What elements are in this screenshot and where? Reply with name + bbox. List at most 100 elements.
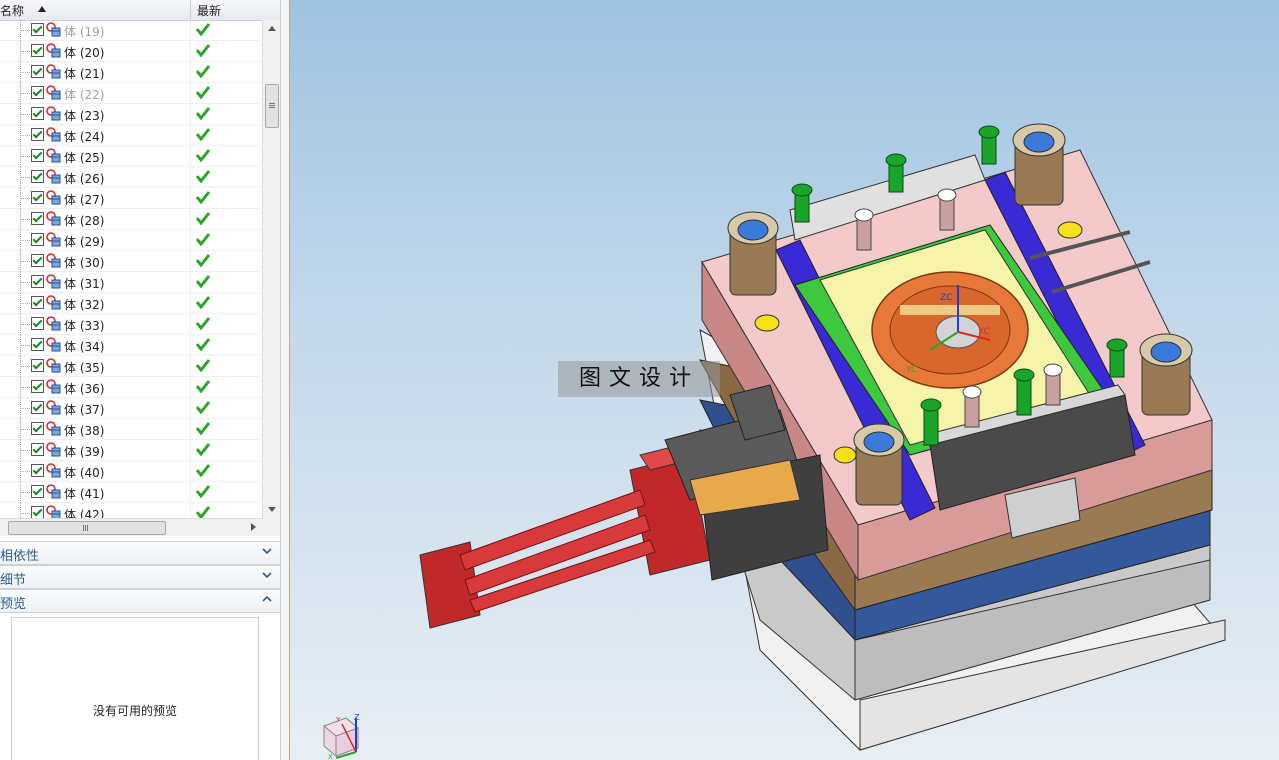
column-divider — [190, 272, 191, 293]
visibility-checkbox[interactable] — [31, 23, 44, 36]
tree-row[interactable]: 体 (29) — [0, 230, 262, 251]
tree-row[interactable]: 体 (42) — [0, 503, 262, 518]
horizontal-scrollbar[interactable] — [0, 518, 262, 536]
column-header-name[interactable]: 名称 — [0, 2, 24, 19]
tree-row-label: 体 (31) — [64, 277, 105, 291]
tree-connector — [21, 366, 30, 367]
tree-row[interactable]: 体 (35) — [0, 356, 262, 377]
column-divider — [190, 209, 191, 230]
checkmark-icon — [196, 422, 210, 435]
chevron-up-icon[interactable] — [262, 594, 272, 604]
section-dependencies[interactable]: 相依性 — [0, 541, 280, 565]
graphics-viewport[interactable]: ZC YC XC 图文设计 Z Y X — [290, 0, 1279, 760]
part-navigator-panel: 名称 最新 体 (19) 体 (20) 体 (21) 体 (22) 体 (23) 体 (2… — [0, 0, 280, 760]
tree-row[interactable]: 体 (33) — [0, 314, 262, 335]
tree-row[interactable]: 体 (26) — [0, 167, 262, 188]
visibility-checkbox[interactable] — [31, 380, 44, 393]
visibility-checkbox[interactable] — [31, 233, 44, 246]
tree-row-label: 体 (19) — [64, 25, 105, 39]
visibility-checkbox[interactable] — [31, 401, 44, 414]
visibility-checkbox[interactable] — [31, 275, 44, 288]
visibility-checkbox[interactable] — [31, 170, 44, 183]
visibility-checkbox[interactable] — [31, 443, 44, 456]
scroll-up-arrow-icon[interactable] — [268, 26, 276, 31]
column-header-latest[interactable]: 最新 — [197, 2, 221, 19]
navigator-header: 名称 最新 — [0, 0, 280, 21]
body-feature-icon — [46, 43, 61, 58]
visibility-checkbox[interactable] — [31, 506, 44, 518]
body-feature-icon — [46, 64, 61, 79]
tree-row[interactable]: 体 (31) — [0, 272, 262, 293]
vertical-scroll-thumb[interactable] — [265, 84, 279, 128]
tree-row[interactable]: 体 (39) — [0, 440, 262, 461]
tree-row[interactable]: 体 (27) — [0, 188, 262, 209]
visibility-checkbox[interactable] — [31, 359, 44, 372]
tree-row[interactable]: 体 (41) — [0, 482, 262, 503]
tree-row[interactable]: 体 (28) — [0, 209, 262, 230]
tree-row[interactable]: 体 (34) — [0, 335, 262, 356]
checkmark-icon — [196, 212, 210, 225]
visibility-checkbox[interactable] — [31, 86, 44, 99]
section-details[interactable]: 细节 — [0, 565, 280, 589]
checkmark-icon — [196, 86, 210, 99]
tree-row[interactable]: 体 (24) — [0, 125, 262, 146]
visibility-checkbox[interactable] — [31, 149, 44, 162]
view-triad-icon[interactable]: Z Y X — [320, 712, 368, 760]
visibility-checkbox[interactable] — [31, 254, 44, 267]
tree-connector — [21, 156, 30, 157]
body-feature-icon — [46, 169, 61, 184]
column-divider — [190, 104, 191, 125]
checkmark-icon — [196, 380, 210, 393]
horizontal-scroll-thumb[interactable] — [8, 521, 166, 535]
tree-row[interactable]: 体 (22) — [0, 83, 262, 104]
tree-connector — [20, 503, 22, 518]
tree-row[interactable]: 体 (21) — [0, 62, 262, 83]
mold-assembly-model[interactable]: ZC YC XC — [290, 0, 1279, 760]
checkmark-icon — [196, 506, 210, 518]
tree-row[interactable]: 体 (38) — [0, 419, 262, 440]
visibility-checkbox[interactable] — [31, 44, 44, 57]
tree-row[interactable]: 体 (23) — [0, 104, 262, 125]
tree-row[interactable]: 体 (20) — [0, 41, 262, 62]
tree-row[interactable]: 体 (25) — [0, 146, 262, 167]
tree-row[interactable]: 体 (19) — [0, 20, 262, 41]
scrollbar-corner — [262, 518, 280, 536]
checkmark-icon — [196, 149, 210, 162]
visibility-checkbox[interactable] — [31, 107, 44, 120]
wcs-z-label: ZC — [940, 293, 952, 303]
vertical-scrollbar[interactable] — [262, 20, 280, 518]
column-divider[interactable] — [190, 0, 191, 20]
tree-connector — [21, 261, 30, 262]
tree-row-label: 体 (21) — [64, 67, 105, 81]
checkmark-icon — [196, 359, 210, 372]
tree-row[interactable]: 体 (40) — [0, 461, 262, 482]
visibility-checkbox[interactable] — [31, 212, 44, 225]
section-preview[interactable]: 预览 — [0, 589, 280, 613]
chevron-down-icon[interactable] — [262, 546, 272, 556]
visibility-checkbox[interactable] — [31, 191, 44, 204]
visibility-checkbox[interactable] — [31, 128, 44, 141]
tree-row[interactable]: 体 (37) — [0, 398, 262, 419]
visibility-checkbox[interactable] — [31, 464, 44, 477]
column-divider — [190, 188, 191, 209]
visibility-checkbox[interactable] — [31, 422, 44, 435]
body-feature-icon — [46, 421, 61, 436]
scroll-right-arrow-icon[interactable] — [251, 523, 256, 531]
body-feature-icon — [46, 316, 61, 331]
tree-row[interactable]: 体 (32) — [0, 293, 262, 314]
sort-ascending-icon[interactable] — [38, 6, 46, 12]
body-feature-icon — [46, 463, 61, 478]
visibility-checkbox[interactable] — [31, 338, 44, 351]
visibility-checkbox[interactable] — [31, 485, 44, 498]
tree-row[interactable]: 体 (36) — [0, 377, 262, 398]
checkmark-icon — [196, 464, 210, 477]
chevron-down-icon[interactable] — [262, 570, 272, 580]
visibility-checkbox[interactable] — [31, 296, 44, 309]
checkmark-icon — [196, 191, 210, 204]
body-feature-icon — [46, 148, 61, 163]
tree-row[interactable]: 体 (30) — [0, 251, 262, 272]
visibility-checkbox[interactable] — [31, 65, 44, 78]
section-preview-label: 预览 — [0, 597, 27, 612]
scroll-down-arrow-icon[interactable] — [268, 507, 276, 512]
visibility-checkbox[interactable] — [31, 317, 44, 330]
